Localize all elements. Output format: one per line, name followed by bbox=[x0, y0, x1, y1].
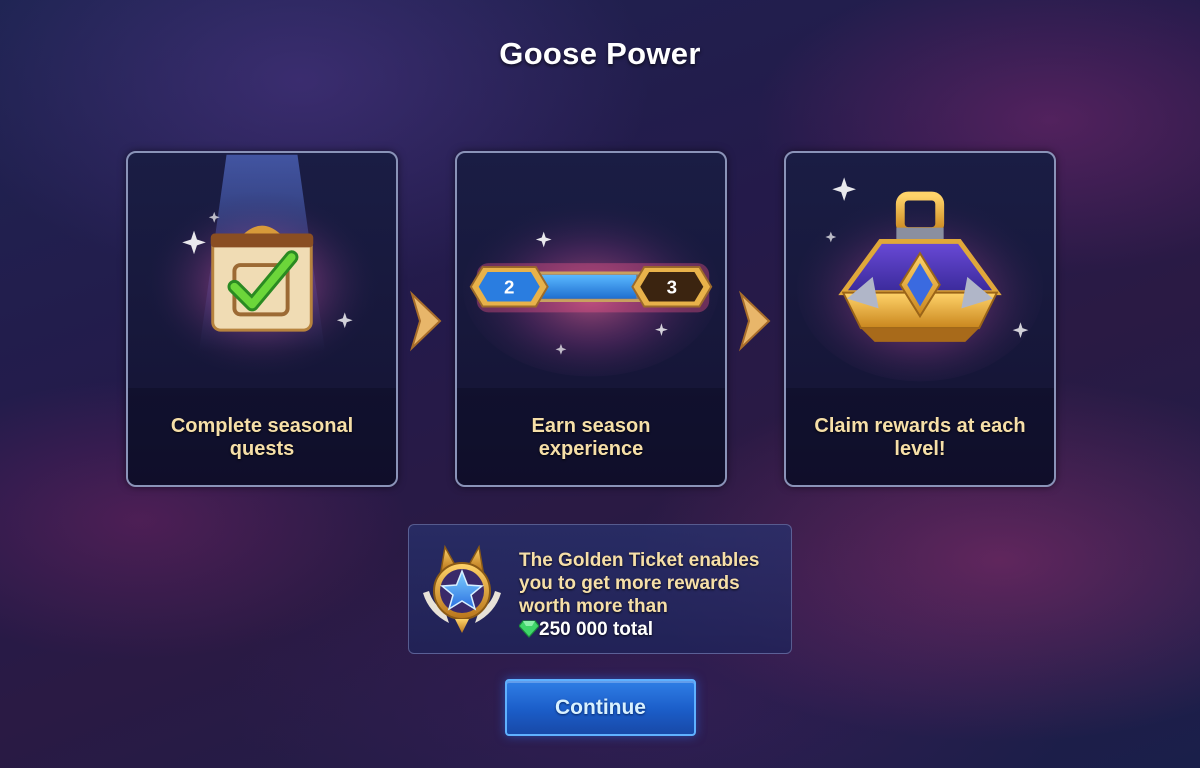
step-caption-rewards: Claim rewards at each level! bbox=[814, 415, 1026, 460]
golden-ticket-emblem-icon bbox=[423, 544, 501, 633]
step-caption-quests: Complete seasonal quests bbox=[170, 415, 354, 460]
info-line-1: The Golden Ticket enables bbox=[519, 550, 760, 571]
info-line-2: you to get more rewards bbox=[519, 573, 740, 594]
xp-level-to: 3 bbox=[667, 277, 677, 298]
xp-bar-icon: 2 3 bbox=[462, 199, 720, 377]
step-card-quests: Complete seasonal quests bbox=[126, 151, 398, 487]
step-card-experience: 2 3 Earn season experience bbox=[455, 151, 727, 487]
quest-check-icon bbox=[143, 154, 381, 375]
xp-level-from: 2 bbox=[504, 277, 514, 298]
emerald-gem-icon bbox=[519, 620, 539, 638]
continue-button[interactable]: Continue bbox=[505, 679, 696, 736]
golden-ticket-info: The Golden Ticket enables you to get mor… bbox=[408, 524, 792, 654]
chevron-right-icon bbox=[738, 290, 771, 352]
page-title: Goose Power bbox=[499, 36, 701, 71]
step-card-rewards: Claim rewards at each level! bbox=[784, 151, 1056, 487]
golden-ticket-description: The Golden Ticket enables you to get mor… bbox=[519, 549, 787, 641]
info-line-4: 250 000 total bbox=[519, 618, 787, 641]
info-line-3: worth more than bbox=[519, 596, 668, 617]
step-caption-experience: Earn season experience bbox=[531, 415, 651, 460]
reward-chest-icon bbox=[796, 177, 1044, 382]
rewards-total-value: 250 000 total bbox=[539, 619, 654, 640]
chevron-right-icon bbox=[409, 290, 442, 352]
